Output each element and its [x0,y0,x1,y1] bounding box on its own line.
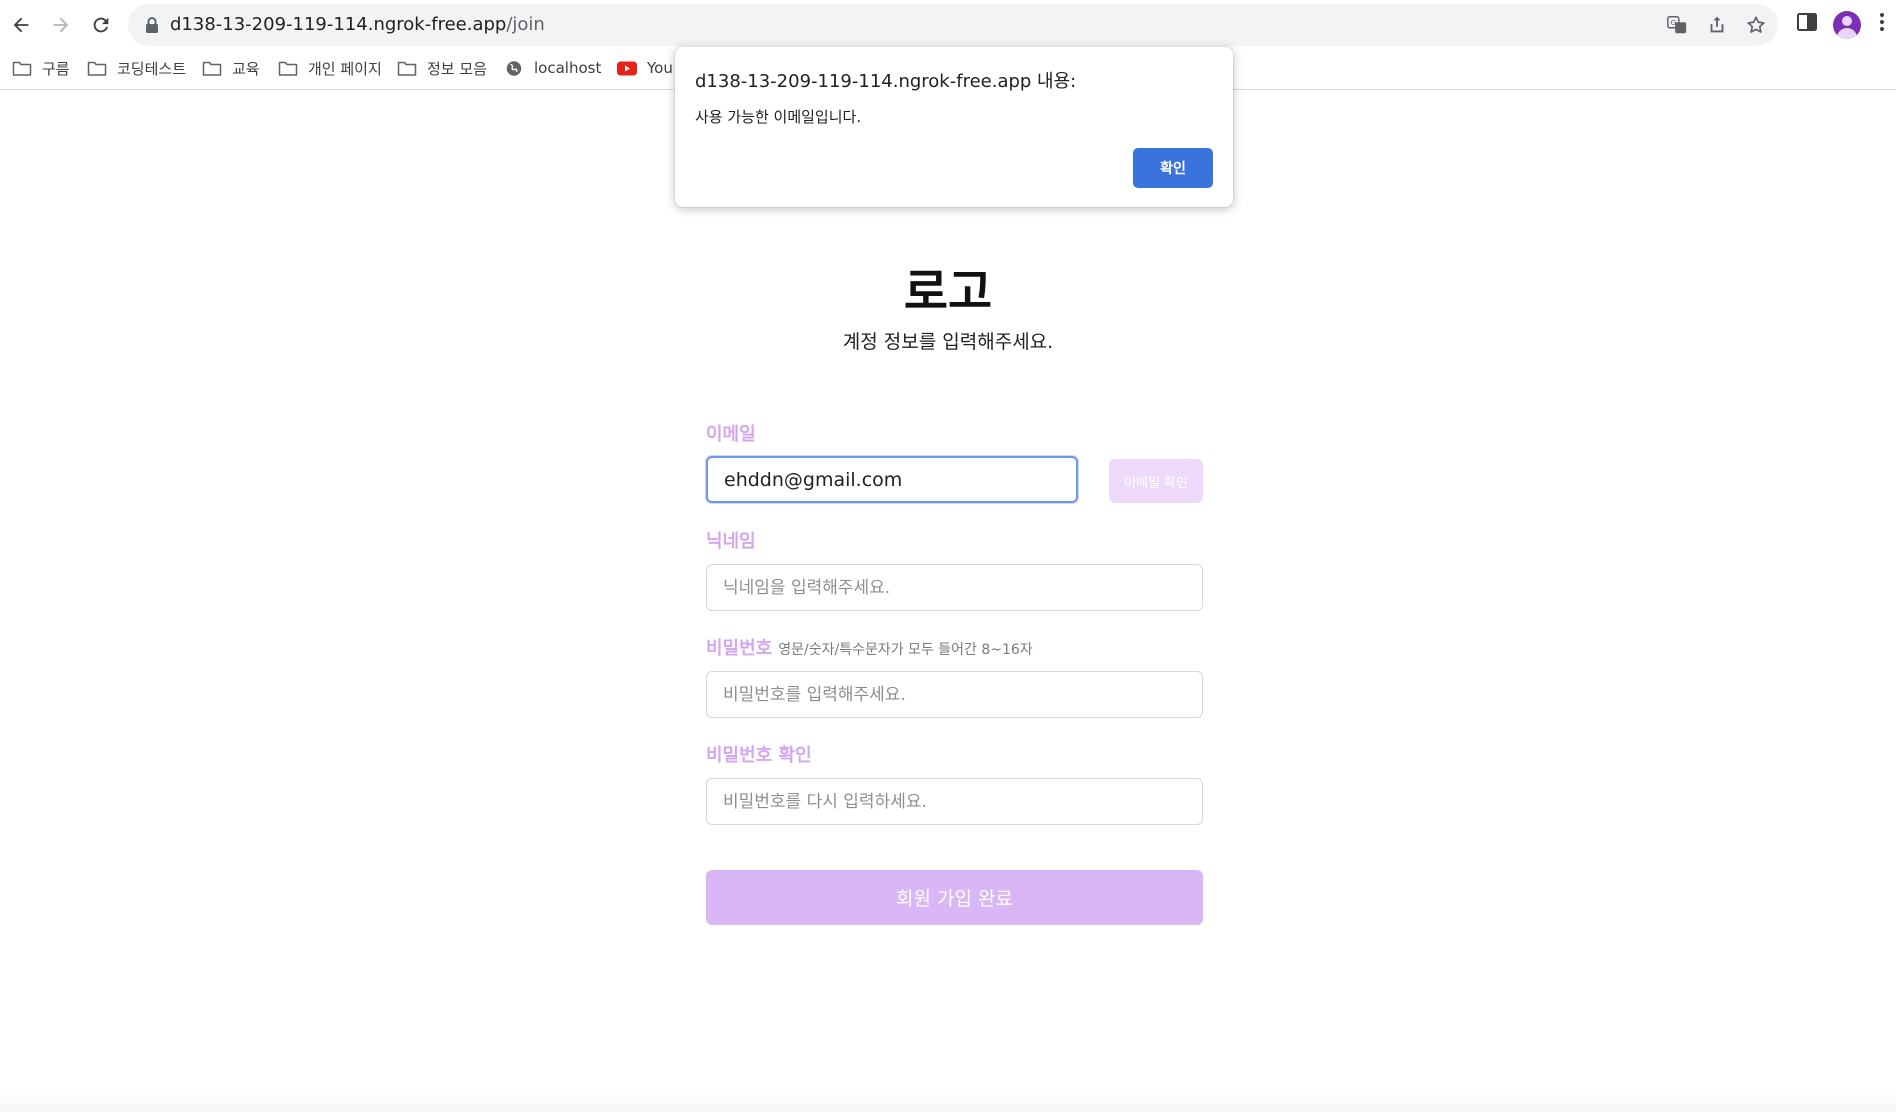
email-check-button[interactable]: 이메일 확인 [1109,459,1203,503]
bookmark-localhost[interactable]: localhost [504,50,601,86]
bookmark-label: localhost [534,59,602,77]
avatar-body [1837,28,1857,39]
svg-text:G: G [1671,18,1677,27]
bookmark-label: 교육 [232,59,260,78]
nickname-label: 닉네임 [706,531,756,552]
folder-icon [12,61,32,76]
back-button[interactable] [5,9,37,41]
nickname-field[interactable] [706,564,1203,611]
folder-icon [397,61,417,76]
page-subtitle: 계정 정보를 입력해주세요. [842,331,1054,353]
password-field[interactable] [706,671,1203,718]
bookmark-folder[interactable]: 개인 페이지 [278,50,382,86]
password-hint: 영문/숫자/특수문자가 모두 들어간 8~16자 [778,642,1033,658]
avatar-head [1842,16,1852,26]
forward-button[interactable] [45,9,77,41]
avatar[interactable] [1833,11,1861,39]
password-label-text: 비밀번호 [706,638,773,659]
star-icon[interactable] [1745,14,1767,36]
youtube-icon [617,61,637,75]
alert-dialog: d138-13-209-119-114.ngrok-free.app 내용: 사… [675,47,1233,207]
page-bottom-edge [0,1090,1896,1112]
folder-icon [202,61,222,76]
bookmark-folder[interactable]: 코딩테스트 [87,50,186,86]
dialog-message: 사용 가능한 이메일입니다. [695,108,862,126]
password-confirm-label: 비밀번호 확인 [706,745,812,766]
bookmark-label: 개인 페이지 [308,59,382,78]
page-logo: 로고 [903,264,993,320]
email-field[interactable] [706,456,1078,503]
forward-icon [53,17,69,33]
url-host: d138-13-209-119-114.ngrok-free.app [170,14,507,35]
url-path: /join [506,14,545,35]
folder-icon [278,61,298,76]
folder-icon [87,61,107,76]
bookmark-folder[interactable]: 교육 [202,50,260,86]
translate-icon[interactable]: G [1666,14,1688,36]
browser-toolbar: d138-13-209-119-114.ngrok-free.app/join … [0,0,1896,50]
bookmark-label: 구름 [42,59,70,78]
dialog-ok-button[interactable]: 확인 [1133,148,1213,188]
dialog-title: d138-13-209-119-114.ngrok-free.app 내용: [695,71,1077,92]
bookmark-folder[interactable]: 정보 모음 [397,50,487,86]
bookmark-label: 정보 모음 [427,59,487,78]
password-confirm-field[interactable] [706,778,1203,825]
bookmark-label: 코딩테스트 [117,59,187,78]
menu-icon[interactable] [1875,10,1889,34]
signup-submit-button[interactable]: 회원 가입 완료 [706,870,1203,925]
lock-icon [146,17,158,33]
address-bar[interactable]: d138-13-209-119-114.ngrok-free.app/join … [128,4,1778,46]
password-label: 비밀번호 영문/숫자/특수문자가 모두 들어간 8~16자 [706,634,1033,660]
share-icon[interactable] [1706,14,1728,36]
reload-button[interactable] [85,9,117,41]
bookmark-label: You [647,59,673,77]
side-panel-icon[interactable] [1795,10,1819,34]
bookmark-folder[interactable]: 구름 [12,50,70,86]
reload-icon [93,17,109,33]
email-label: 이메일 [706,424,756,445]
back-icon [13,17,29,33]
url-text: d138-13-209-119-114.ngrok-free.app/join [170,4,545,46]
bookmark-youtube[interactable]: You [617,50,673,86]
globe-icon [506,60,522,76]
